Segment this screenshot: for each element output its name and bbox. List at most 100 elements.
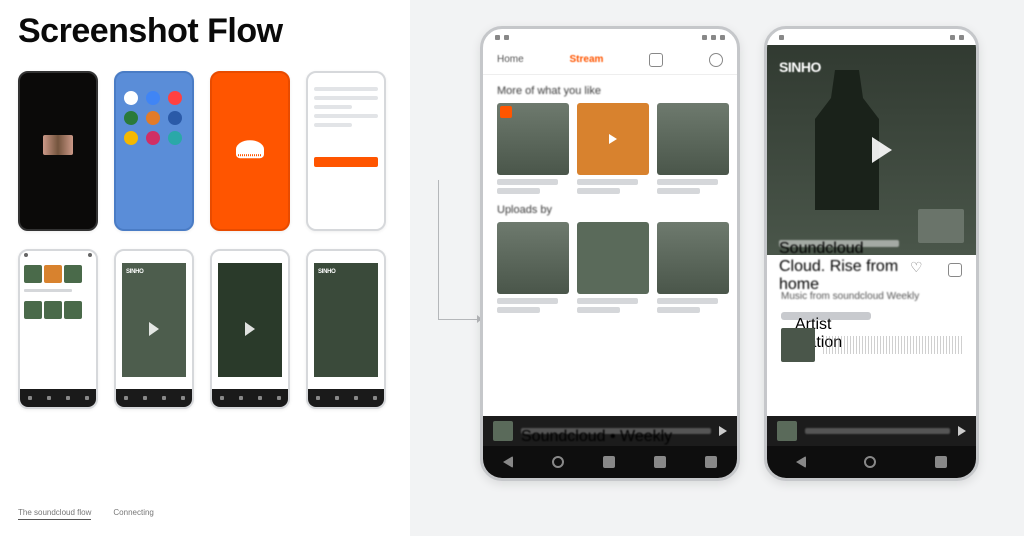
app-icon: [146, 131, 160, 145]
now-playing-bar[interactable]: [767, 416, 976, 446]
mini-screen-signin[interactable]: [306, 71, 386, 231]
battery-icon: [950, 35, 955, 40]
album-card[interactable]: [577, 222, 649, 313]
album-cover: [122, 263, 186, 377]
play-icon[interactable]: [872, 137, 892, 163]
app-icon: [168, 91, 182, 105]
np-thumbnail: [777, 421, 797, 441]
mini-screen-player-2[interactable]: [210, 249, 290, 409]
album-card[interactable]: [497, 222, 569, 313]
nav-bar: [308, 389, 384, 407]
album-cover: [314, 263, 378, 377]
mini-screen-boot[interactable]: [18, 71, 98, 231]
play-icon: [245, 322, 255, 336]
signal-icon: [779, 35, 784, 40]
play-icon: [149, 322, 159, 336]
home-icon[interactable]: [864, 456, 876, 468]
hero-artwork[interactable]: SINHO Soundcloud Cloud. Rise from home: [767, 45, 976, 255]
hero-caption: Soundcloud Cloud. Rise from home: [779, 240, 899, 247]
mini-screen-splash[interactable]: [210, 71, 290, 231]
now-playing-bar[interactable]: Soundcloud • Weekly: [483, 416, 737, 446]
text-line: [314, 96, 378, 100]
device-player-screen[interactable]: SINHO Soundcloud Cloud. Rise from home M…: [764, 26, 979, 481]
signin-button: [314, 157, 378, 167]
nav-bar: [20, 389, 96, 407]
album-card[interactable]: [657, 222, 729, 313]
np-thumbnail: [493, 421, 513, 441]
nav-bar: [212, 389, 288, 407]
overview-panel: Screenshot Flow: [0, 0, 410, 536]
profile-icon[interactable]: [709, 53, 723, 67]
signal-icon: [495, 35, 500, 40]
thumb: [64, 301, 82, 319]
inset-thumbnail: [918, 209, 964, 243]
home-icon[interactable]: [552, 456, 564, 468]
like-icon[interactable]: [910, 263, 924, 275]
app-icon: [146, 111, 160, 125]
clock-icon: [959, 35, 964, 40]
mini-screen-player-1[interactable]: SINHO: [114, 249, 194, 409]
thumb: [44, 301, 62, 319]
card-row-2: [483, 222, 737, 313]
mini-screen-player-3[interactable]: SINHO: [306, 249, 386, 409]
card-row-1: [483, 103, 737, 194]
library-icon[interactable]: [705, 456, 717, 468]
app-icon: [124, 131, 138, 145]
mini-screen-launcher[interactable]: [114, 71, 194, 231]
tab-home[interactable]: Home: [497, 54, 524, 65]
app-icon: [124, 91, 138, 105]
more-icon: [720, 35, 725, 40]
section-more-like: More of what you like: [483, 75, 737, 103]
play-icon: [609, 134, 617, 144]
recents-icon[interactable]: [935, 456, 947, 468]
page-title: Screenshot Flow: [18, 12, 392, 51]
section-uploads: Uploads by: [483, 194, 737, 222]
album-cover: [218, 263, 282, 377]
flow-grid: SINHO SINHO: [18, 71, 392, 409]
album-card[interactable]: [497, 103, 569, 194]
album-card[interactable]: [657, 103, 729, 194]
track-row[interactable]: [767, 320, 976, 370]
album-card[interactable]: [577, 103, 649, 194]
flow-connector: [438, 180, 480, 320]
text-line: [314, 123, 352, 127]
app-icon: [124, 111, 138, 125]
nav-bar: [116, 389, 192, 407]
badge-icon: [500, 106, 512, 118]
text-line: [314, 114, 378, 118]
wifi-icon: [504, 35, 509, 40]
share-icon[interactable]: [948, 263, 962, 277]
thumb: [24, 265, 42, 283]
app-icon: [146, 91, 160, 105]
play-icon[interactable]: [958, 426, 966, 436]
system-nav-bar: [767, 446, 976, 478]
brand-label: SINHO: [126, 269, 144, 275]
soundcloud-logo-icon: [236, 140, 264, 158]
mini-screen-home[interactable]: [18, 249, 98, 409]
flow-row-1: [18, 71, 392, 231]
tab-stream-active[interactable]: Stream: [569, 54, 603, 65]
thumb: [44, 265, 62, 283]
detail-panel: Home Stream More of what you like Upload…: [410, 0, 1024, 536]
device-home-screen[interactable]: Home Stream More of what you like Upload…: [480, 26, 740, 481]
recents-icon[interactable]: [603, 456, 615, 468]
thumb: [24, 301, 42, 319]
clock-icon: [711, 35, 716, 40]
back-icon[interactable]: [503, 456, 513, 468]
play-icon[interactable]: [719, 426, 727, 436]
search-icon[interactable]: [654, 456, 666, 468]
footer-label-2: Connecting: [113, 508, 153, 520]
cast-icon[interactable]: [649, 53, 663, 67]
back-icon[interactable]: [796, 456, 806, 468]
battery-icon: [702, 35, 707, 40]
footer-label-1: The soundcloud flow: [18, 508, 91, 520]
np-title: [805, 428, 950, 434]
flow-row-2: SINHO SINHO: [18, 249, 392, 409]
status-bar: [767, 29, 976, 45]
detail-title: Music from soundcloud Weekly: [767, 285, 976, 308]
track-thumbnail: [781, 328, 815, 362]
hero-brand: SINHO: [779, 59, 821, 75]
waveform[interactable]: [823, 336, 962, 354]
app-icon: [168, 111, 182, 125]
np-title: Soundcloud • Weekly: [521, 428, 711, 434]
